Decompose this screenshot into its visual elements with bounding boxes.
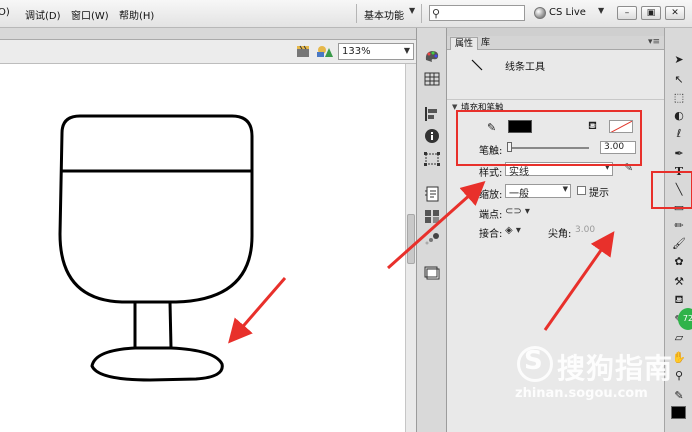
sogou-logo-letter: S xyxy=(524,346,543,376)
annotation-arrow-to-goblet xyxy=(228,277,287,344)
watermark-url: zhinan.sogou.com xyxy=(515,386,648,401)
annotation-arrow-to-properties xyxy=(387,181,486,270)
watermark-text: 搜狗指南 xyxy=(557,352,674,385)
annotation-arrow-to-line-tool xyxy=(543,231,615,331)
